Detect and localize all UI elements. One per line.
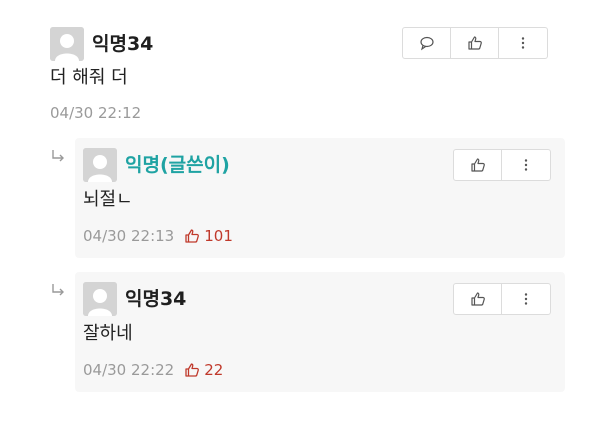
thumbs-up-icon [467,36,482,50]
like-count: 101 [184,226,233,246]
comment-text: 더 해줘 더 [50,67,128,88]
more-vertical-icon [524,293,528,305]
reply-actions [453,149,551,181]
thumbs-up-icon [185,229,200,243]
reply-author: 익명34 [125,288,187,310]
thumbs-up-icon [470,292,485,306]
avatar [83,282,117,316]
reply-button[interactable] [403,28,451,58]
more-vertical-icon [524,159,528,171]
user-avatar-icon [83,148,117,182]
speech-bubble-icon [419,36,434,51]
avatar [83,148,117,182]
comment-time: 04/30 22:12 [50,104,142,122]
like-button[interactable] [451,28,499,58]
like-button[interactable] [454,150,502,180]
like-button[interactable] [454,284,502,314]
like-count-value: 22 [204,361,224,379]
like-count: 22 [184,360,223,380]
reply-item: 익명(글쓴이) 뇌절ㄴ 04/30 22:13 101 [75,138,565,258]
reply-arrow-icon [52,150,64,162]
reply-time: 04/30 22:22 [83,361,175,379]
more-options-button[interactable] [499,28,547,58]
avatar [50,27,84,61]
comment-meta: 04/30 22:12 [50,103,141,123]
reply-text: 잘하네 [83,323,133,344]
reply-item: 익명34 잘하네 04/30 22:22 22 [75,272,565,392]
reply-meta: 04/30 22:13 101 [83,226,233,246]
thumbs-up-icon [185,363,200,377]
comment: 익명34 더 해줘 더 04/30 22:12 [0,0,600,130]
more-vertical-icon [521,37,525,49]
user-avatar-icon [83,282,117,316]
more-options-button[interactable] [502,150,550,180]
user-avatar-icon [50,27,84,61]
reply-meta: 04/30 22:22 22 [83,360,223,380]
comment-author: 익명34 [92,33,154,55]
reply-time: 04/30 22:13 [83,227,175,245]
thumbs-up-icon [470,158,485,172]
reply-text: 뇌절ㄴ [83,189,133,210]
reply-arrow-icon [52,284,64,296]
more-options-button[interactable] [502,284,550,314]
comment-actions [402,27,548,59]
like-count-value: 101 [204,227,233,245]
reply-author-op: 익명(글쓴이) [125,154,230,176]
reply-actions [453,283,551,315]
